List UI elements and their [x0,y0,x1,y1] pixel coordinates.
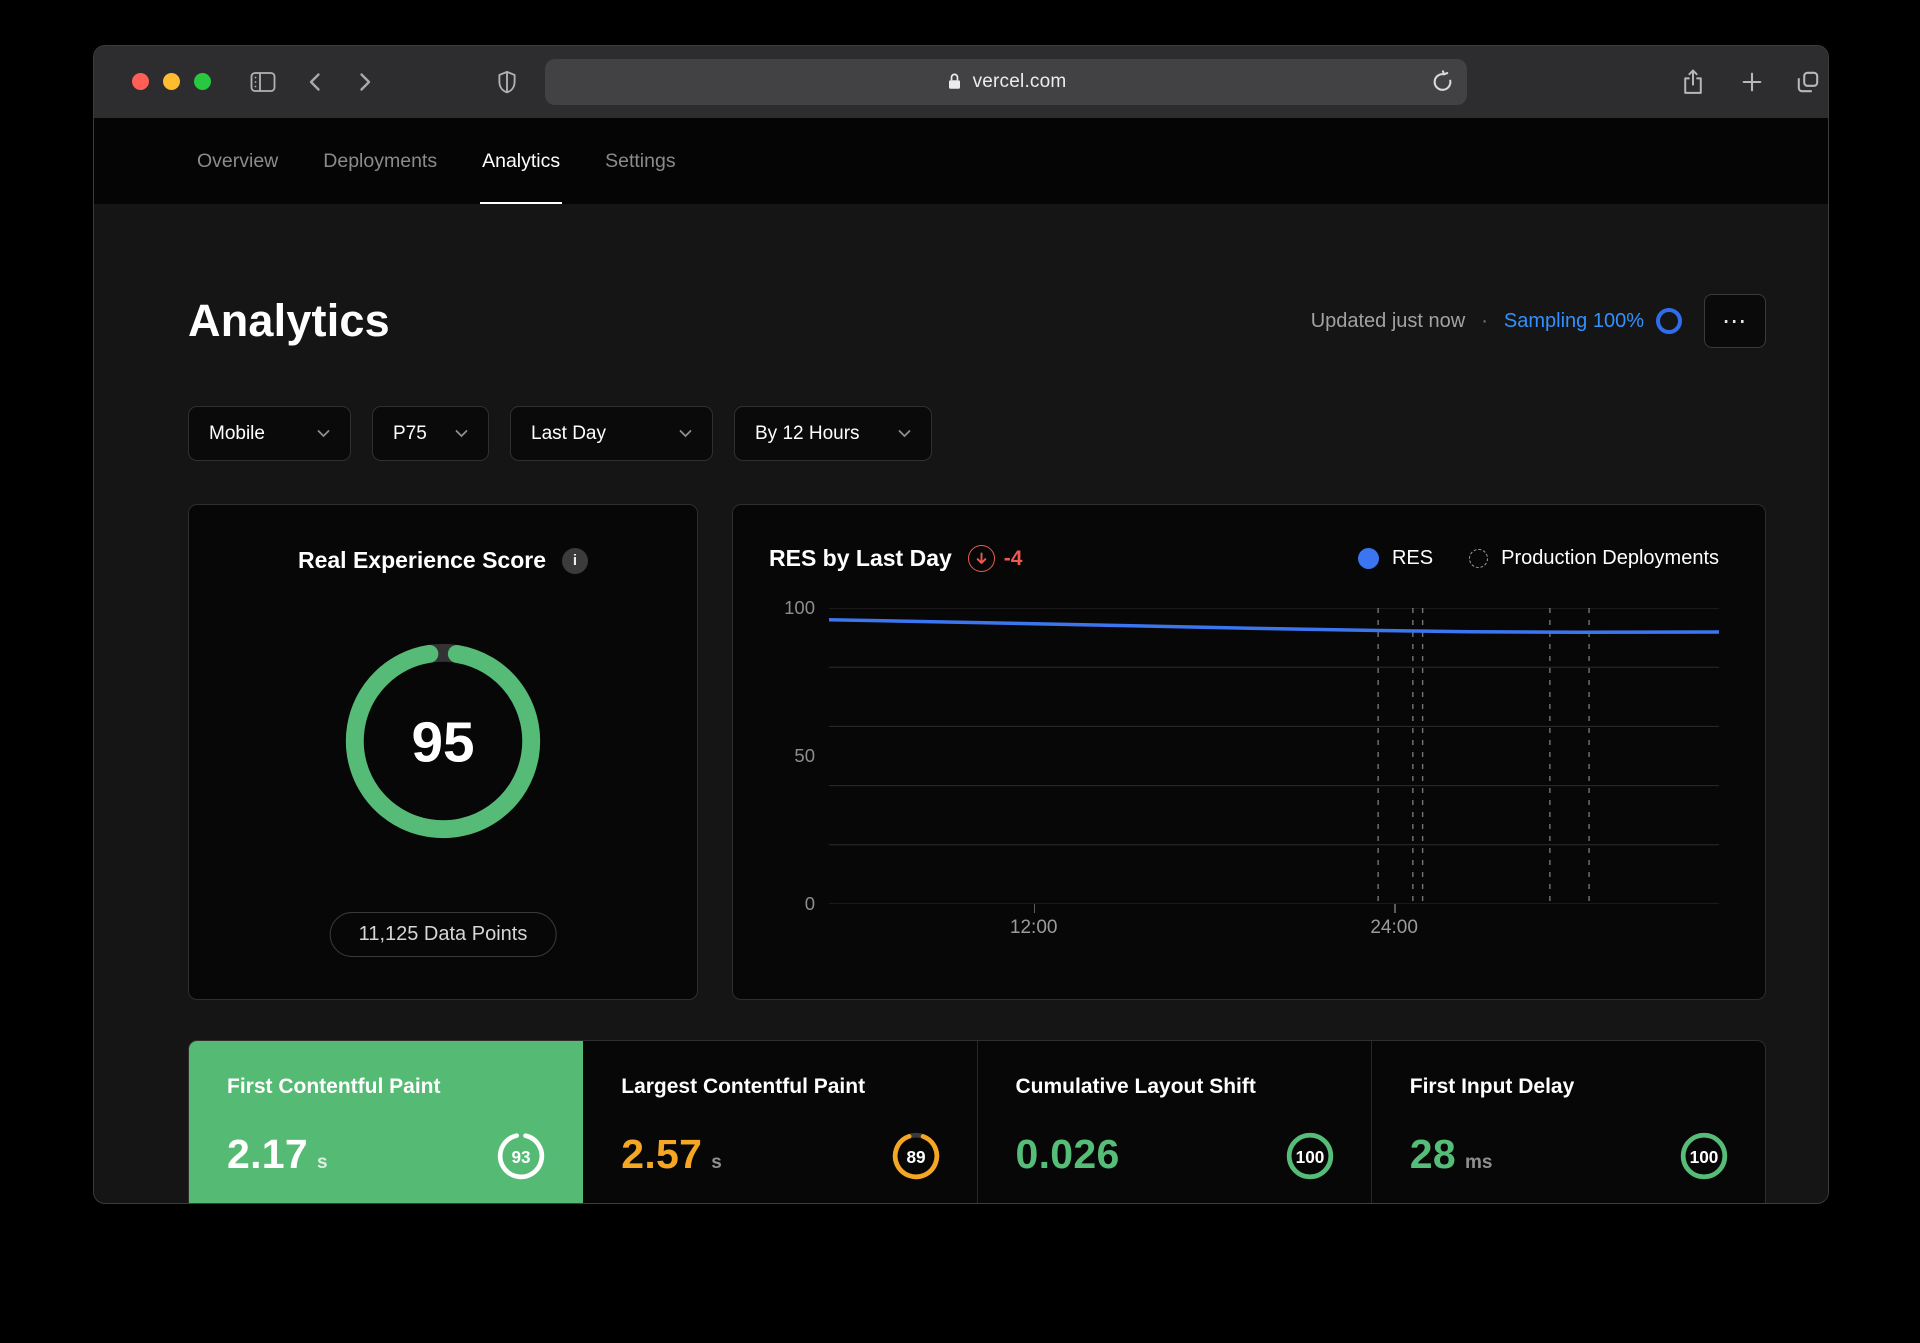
metric-card-first-contentful-paint[interactable]: First Contentful Paint 2.17 s 93 [189,1041,584,1203]
metric-unit: ms [1464,1152,1493,1173]
interval-filter-dropdown[interactable]: By 12 Hours [734,406,932,461]
nav-tab-analytics[interactable]: Analytics [480,118,563,204]
percentile-filter-dropdown[interactable]: P75 [372,406,489,461]
x-axis: 12:00 24:00 [829,904,1719,948]
y-axis-label: 100 [784,597,815,618]
metric-score-gauge: 100 [1285,1131,1335,1186]
privacy-shield-icon[interactable] [495,70,519,95]
timerange-filter-label: Last Day [531,422,606,444]
legend-label-production-deployments: Production Deployments [1501,547,1719,569]
res-chart-card: RES by Last Day -4 RES Production Deploy… [732,504,1766,1000]
minimize-window-button[interactable] [163,73,180,90]
res-line-chart [829,608,1719,904]
y-axis-label: 0 [804,893,815,914]
browser-window: vercel.com Overview Deployments Analytic… [94,46,1828,1203]
x-axis-label: 12:00 [1009,917,1058,938]
metric-card-largest-contentful-paint[interactable]: Largest Contentful Paint 2.57 s 89 [583,1041,978,1203]
chevron-down-icon [679,430,692,438]
metric-unit: s [317,1152,328,1173]
svg-text:100: 100 [1690,1147,1719,1167]
chart-area: 100 50 0 12:00 24:00 [769,597,1719,948]
device-filter-dropdown[interactable]: Mobile [188,406,351,461]
new-tab-icon[interactable] [1740,70,1765,95]
legend-item-production-deployments[interactable]: Production Deployments [1469,547,1719,570]
metric-unit: s [711,1152,722,1173]
real-experience-score-card: Real Experience Score i 95 11,125 Data P… [188,504,698,1000]
close-window-button[interactable] [132,73,149,90]
metric-score-gauge: 89 [891,1131,941,1186]
y-axis-label: 50 [794,745,815,766]
nav-tab-overview[interactable]: Overview [195,118,280,204]
data-points-badge: 11,125 Data Points [329,912,557,957]
timerange-filter-dropdown[interactable]: Last Day [510,406,713,461]
x-axis-label: 24:00 [1370,917,1418,938]
header-meta: Updated just now · Sampling 100% ⋯ [1311,294,1766,348]
trend-down-icon [967,545,995,572]
chart-legend: RES Production Deployments [1357,547,1719,570]
chevron-down-icon [317,430,330,438]
legend-label-res: RES [1391,547,1434,569]
tab-overview-icon[interactable] [1795,69,1821,95]
back-button-icon[interactable] [304,70,326,94]
nav-tab-deployments[interactable]: Deployments [321,118,439,204]
chevron-down-icon [898,430,911,438]
metric-title: First Input Delay [1409,1075,1575,1098]
refresh-icon[interactable] [1431,70,1454,94]
metric-value: 28 [1409,1131,1456,1177]
nav-tab-settings[interactable]: Settings [603,118,677,204]
chart-header: RES by Last Day -4 RES Production Deploy… [769,545,1719,572]
svg-text:89: 89 [906,1147,925,1167]
metric-value: 2.57 [621,1131,703,1177]
res-score-gauge: 95 [338,636,548,851]
device-filter-label: Mobile [209,422,265,444]
metric-card-first-input-delay[interactable]: First Input Delay 28 ms 100 [1372,1041,1765,1203]
metric-title: Cumulative Layout Shift [1015,1075,1256,1098]
share-icon[interactable] [1681,68,1706,97]
plot-area: 12:00 24:00 [829,608,1719,948]
svg-text:100: 100 [1295,1147,1324,1167]
svg-text:93: 93 [512,1147,531,1167]
metric-value: 2.17 [227,1131,308,1177]
page-content: Analytics Updated just now · Sampling 10… [94,204,1828,1203]
sampling-ring-icon [1656,308,1682,334]
more-options-button[interactable]: ⋯ [1704,294,1766,348]
percentile-filter-label: P75 [393,422,427,444]
legend-item-res[interactable]: RES [1357,547,1434,570]
browser-toolbar: vercel.com [94,46,1828,118]
chart-delta: -4 [1003,546,1023,570]
url-text: vercel.com [972,71,1067,92]
lock-icon [948,73,960,89]
metric-score-gauge: 100 [1679,1131,1729,1186]
info-icon[interactable]: i [562,547,589,574]
x-axis-tick [1394,904,1396,913]
sampling-link[interactable]: Sampling 100% [1504,310,1644,333]
zoom-window-button[interactable] [194,73,211,90]
metric-title: Largest Contentful Paint [621,1075,866,1098]
metric-value: 0.026 [1015,1131,1120,1177]
deployment-dashed-circle-icon [1469,549,1489,568]
y-axis: 100 50 0 [769,597,815,914]
forward-button-icon[interactable] [354,70,376,94]
interval-filter-label: By 12 Hours [755,422,860,444]
x-axis-tick [1033,904,1036,913]
metric-card-cumulative-layout-shift[interactable]: Cumulative Layout Shift 0.026 100 [978,1041,1372,1203]
chevron-down-icon [455,430,468,438]
res-score-value: 95 [411,712,474,775]
updated-status: Updated just now [1310,309,1466,332]
sidebar-toggle-icon[interactable] [250,71,277,94]
filter-bar: Mobile P75 Last Day By 12 Hours [188,406,1766,461]
metric-title: First Contentful Paint [227,1075,441,1098]
metric-score-gauge: 93 [496,1131,546,1186]
address-bar[interactable]: vercel.com [545,59,1467,105]
site-nav: Overview Deployments Analytics Settings [94,118,1828,204]
res-card-title: Real Experience Score [297,547,547,573]
web-vitals-row: First Contentful Paint 2.17 s 93 Largest… [188,1040,1766,1203]
chart-title: RES by Last Day [769,545,952,571]
page-header: Analytics Updated just now · Sampling 10… [188,204,1766,348]
meta-separator: · [1481,309,1488,332]
page-title: Analytics [188,295,390,346]
res-series-dot-icon [1357,548,1379,569]
